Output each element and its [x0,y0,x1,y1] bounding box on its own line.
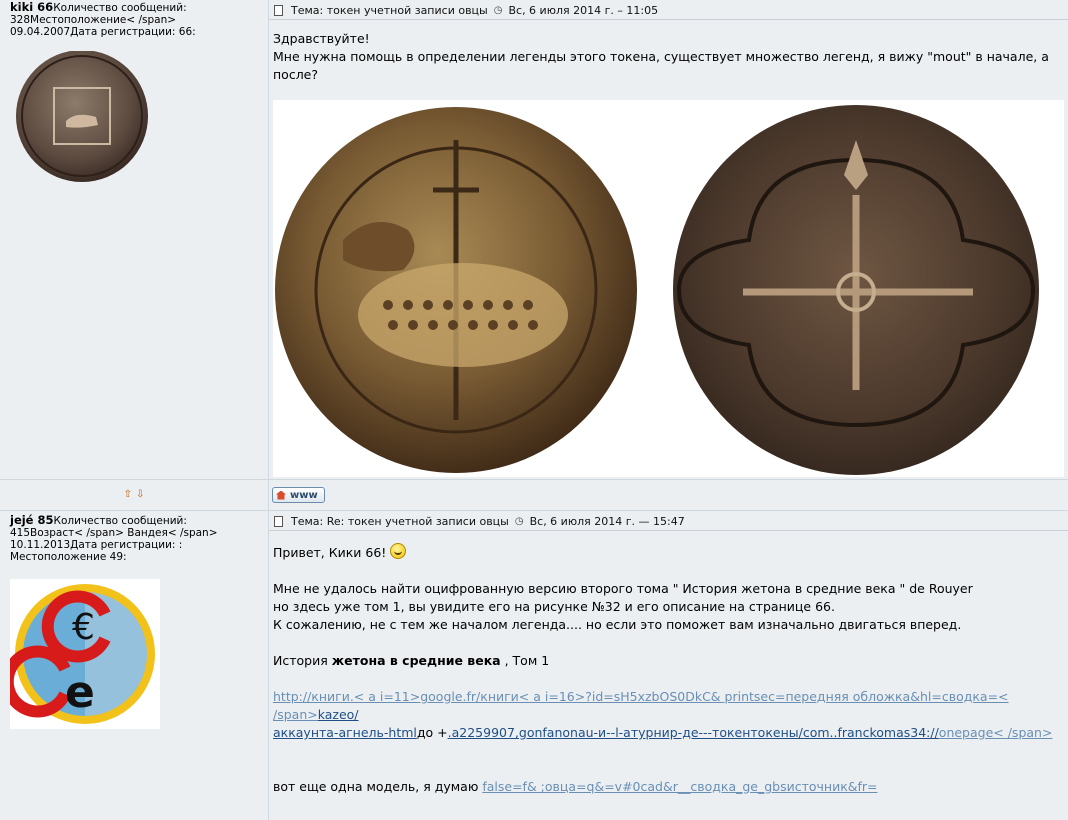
post-1-header: Тема: токен учетной записи овцы ◷ Вс, 6 … [269,0,1068,20]
gonfanon-link[interactable]: .a2259907,gonfanonau-и--l-атурнир-де---т… [448,725,939,740]
www-button[interactable]: www [272,487,325,503]
post-title[interactable]: Тема: Re: токен учетной записи овцы [291,515,509,528]
author-name[interactable]: kiki 66 [10,0,53,14]
onepage-link[interactable]: onepage< /span> [939,725,1053,740]
svg-text:e: e [65,667,95,718]
author-name[interactable]: jejé 85 [10,513,54,527]
post-date: Вс, 6 июля 2014 г. — 15:47 [529,514,685,528]
post-1-body: Здравствуйте! Мне нужна помощь в определ… [273,31,1049,82]
account-link[interactable]: аккаунта-агнель-html [273,725,417,740]
arrow-down-icon[interactable]: ⇩ [136,489,144,501]
post-1-author-panel: kiki 66Количество сообщений: 328Местопол… [0,0,269,479]
post-icon [274,515,283,527]
book-link[interactable]: http://книги.< a i=11>google.fr/книги< a… [273,689,1009,722]
clock-icon: ◷ [514,515,524,527]
post-1-footer: ⇧ ⇩ www [0,479,1068,511]
clock-icon: ◷ [493,4,503,16]
coin-photo [275,105,1039,475]
kazeo-link[interactable]: kazeo/ [318,707,359,722]
model-link[interactable]: false=f& ;овца=q&=v#0cad&r__сводка_ge_gb… [482,779,877,794]
post-title[interactable]: Тема: токен учетной записи овцы [291,4,488,17]
avatar [16,51,148,182]
post-date: Вс, 6 июля 2014 г. – 11:05 [508,3,659,17]
post-icon [274,4,283,16]
post-1-content: Тема: токен учетной записи овцы ◷ Вс, 6 … [269,0,1068,479]
smiley-icon [390,543,407,559]
post-2-body: Привет, Кики 66! Мне не удалось найти оц… [273,543,1053,794]
post-2-content: Тема: Re: токен учетной записи овцы ◷ Вс… [269,511,1068,820]
coin-image [273,100,1064,477]
svg-text:€: € [72,607,95,648]
post-2: jejé 85Количество сообщений: 415Возраст<… [0,511,1068,820]
home-icon [276,490,286,500]
post-2-header: Тема: Re: токен учетной записи овцы ◷ Вс… [269,511,1068,531]
post-2-author-panel: jejé 85Количество сообщений: 415Возраст<… [0,511,269,820]
post-1: kiki 66Количество сообщений: 328Местопол… [0,0,1068,479]
arrow-up-icon[interactable]: ⇧ [124,489,132,501]
forum-thread: kiki 66Количество сообщений: 328Местопол… [0,0,1068,820]
avatar: € e [10,579,160,729]
post-1-nav: ⇧ ⇩ [0,479,269,511]
